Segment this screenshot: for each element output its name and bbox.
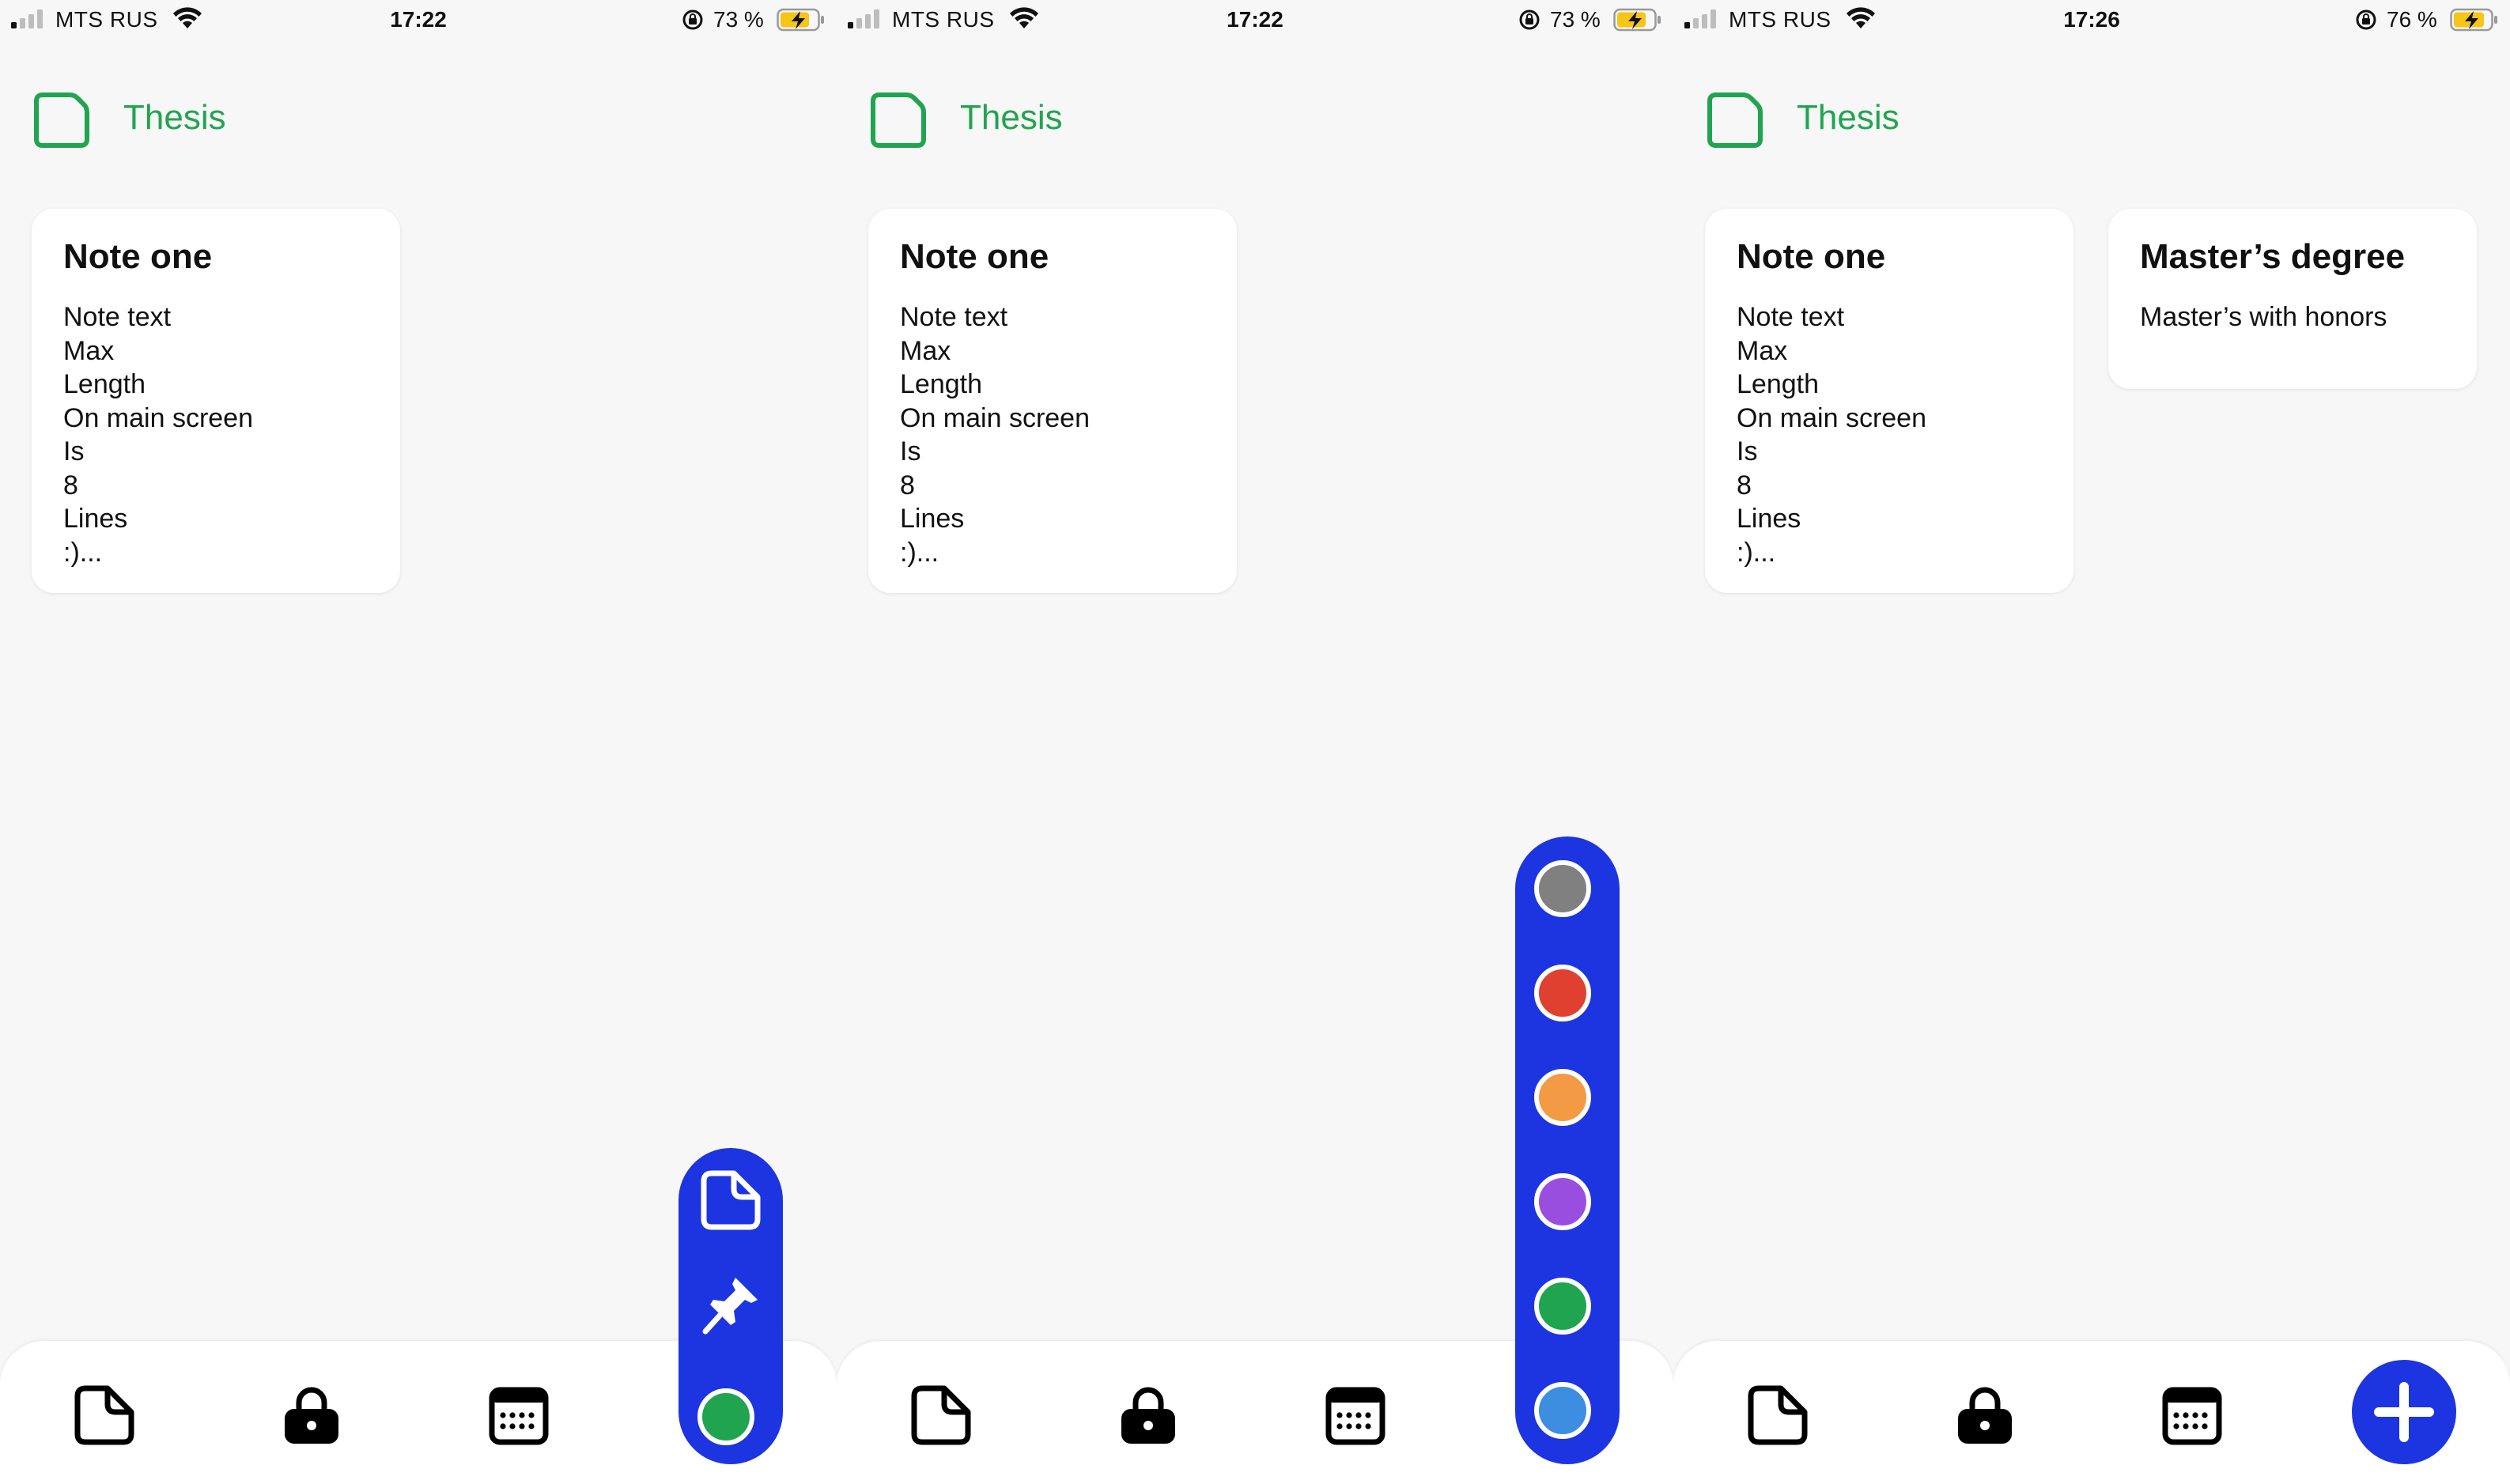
status-time: 17:22 xyxy=(390,7,447,32)
note-body: Master’s with honors xyxy=(2140,300,2387,334)
note-line: :)... xyxy=(1737,537,1776,568)
note-line: Max xyxy=(63,335,115,366)
tab-calendar[interactable] xyxy=(1324,1384,1387,1447)
screen-3: MTS RUS 17:26 76 % Thesis Note one Note … xyxy=(1673,0,2510,1484)
note-line: :)... xyxy=(63,537,103,568)
note-card[interactable]: Note one Note text Max Length On main sc… xyxy=(868,209,1237,593)
tab-locked[interactable] xyxy=(1117,1384,1180,1447)
notes-tab-icon xyxy=(911,1385,971,1445)
lock-tab-icon xyxy=(285,1387,338,1444)
note-line: Length xyxy=(1737,369,1819,399)
note-title: Note one xyxy=(1737,237,1886,276)
pin-icon xyxy=(702,1278,758,1335)
color-option-orange[interactable] xyxy=(1534,1069,1591,1126)
plus-icon xyxy=(2374,1382,2434,1442)
note-body: Note text Max Length On main screen Is 8… xyxy=(1737,300,1926,569)
note-line: 8 xyxy=(900,470,915,500)
calendar-tab-icon xyxy=(2162,1387,2222,1445)
battery-percent: 73 % xyxy=(713,7,764,32)
calendar-tab-icon xyxy=(1325,1387,1385,1445)
note-line: Note text xyxy=(63,302,172,332)
tab-notes[interactable] xyxy=(909,1384,973,1447)
note-line: On main screen xyxy=(900,402,1090,433)
add-note-button[interactable] xyxy=(2352,1360,2456,1464)
notes-tab-icon xyxy=(1748,1385,1808,1445)
lock-tab-icon xyxy=(1958,1387,2012,1444)
folder-title[interactable]: Thesis xyxy=(123,98,226,138)
folder-title[interactable]: Thesis xyxy=(1797,98,1900,138)
note-body: Note text Max Length On main screen Is 8… xyxy=(63,300,253,569)
note-title: Note one xyxy=(900,237,1049,276)
status-bar: MTS RUS 17:22 73 % xyxy=(0,0,837,44)
screen-2: MTS RUS 17:22 73 % Thesis Note one Note … xyxy=(837,0,1673,1484)
note-line: Length xyxy=(63,369,146,399)
note-line: 8 xyxy=(63,470,78,500)
note-line: Lines xyxy=(1737,504,1801,534)
screen-1: MTS RUS 17:22 73 % Thesis Note one Note … xyxy=(0,0,837,1484)
rotation-lock-icon xyxy=(2356,9,2376,30)
note-line: Note text xyxy=(1737,302,1845,332)
note-line: 8 xyxy=(1737,470,1752,500)
color-option-blue[interactable] xyxy=(1534,1382,1591,1439)
note-line: Master’s with honors xyxy=(2140,302,2387,332)
note-line: :)... xyxy=(900,537,939,568)
battery-percent: 73 % xyxy=(1550,7,1601,32)
folder-icon[interactable] xyxy=(868,90,928,150)
tab-calendar[interactable] xyxy=(487,1384,550,1447)
battery-charging-icon xyxy=(1613,8,1661,32)
note-title: Note one xyxy=(63,237,213,276)
rotation-lock-icon xyxy=(682,9,703,30)
status-bar: MTS RUS 17:22 73 % xyxy=(837,0,1673,44)
color-menu xyxy=(1515,836,1620,1464)
note-icon xyxy=(701,1170,761,1230)
pin-button[interactable] xyxy=(699,1273,762,1336)
color-option-red[interactable] xyxy=(1534,965,1591,1021)
calendar-tab-icon xyxy=(489,1387,549,1445)
note-body: Note text Max Length On main screen Is 8… xyxy=(900,300,1090,569)
color-option-purple[interactable] xyxy=(1534,1173,1591,1230)
folder-icon[interactable] xyxy=(1705,90,1765,150)
tab-notes[interactable] xyxy=(73,1384,136,1447)
note-card[interactable]: Master’s degree Master’s with honors xyxy=(2108,209,2477,389)
battery-percent: 76 % xyxy=(2387,7,2437,32)
note-line: Length xyxy=(900,369,982,399)
note-card[interactable]: Note one Note text Max Length On main sc… xyxy=(32,209,400,593)
note-line: Is xyxy=(63,436,85,466)
tab-locked[interactable] xyxy=(280,1384,343,1447)
note-line: Max xyxy=(900,335,951,366)
tab-locked[interactable] xyxy=(1953,1384,2017,1447)
rotation-lock-icon xyxy=(1519,9,1540,30)
folder-icon[interactable] xyxy=(32,90,92,150)
new-note-button[interactable] xyxy=(699,1169,762,1232)
note-line: Is xyxy=(900,436,921,466)
status-bar: MTS RUS 17:26 76 % xyxy=(1673,0,2510,44)
note-title: Master’s degree xyxy=(2140,237,2406,276)
note-line: Note text xyxy=(900,302,1008,332)
note-line: Lines xyxy=(63,504,128,534)
note-line: Lines xyxy=(900,504,965,534)
battery-charging-icon xyxy=(777,8,824,32)
note-line: On main screen xyxy=(1737,402,1926,433)
tab-calendar[interactable] xyxy=(2160,1384,2224,1447)
color-picker-button[interactable] xyxy=(697,1388,754,1445)
note-card[interactable]: Note one Note text Max Length On main sc… xyxy=(1705,209,2073,593)
battery-charging-icon xyxy=(2450,8,2497,32)
folder-title[interactable]: Thesis xyxy=(960,98,1063,138)
lock-tab-icon xyxy=(1121,1387,1175,1444)
notes-tab-icon xyxy=(74,1385,134,1445)
note-line: On main screen xyxy=(63,402,253,433)
tab-notes[interactable] xyxy=(1746,1384,1809,1447)
color-option-green[interactable] xyxy=(1534,1278,1591,1335)
status-time: 17:22 xyxy=(1227,7,1283,32)
color-option-gray[interactable] xyxy=(1534,860,1591,917)
note-line: Is xyxy=(1737,436,1758,466)
note-actions-menu xyxy=(679,1148,783,1464)
status-time: 17:26 xyxy=(2063,7,2120,32)
note-line: Max xyxy=(1737,335,1788,366)
